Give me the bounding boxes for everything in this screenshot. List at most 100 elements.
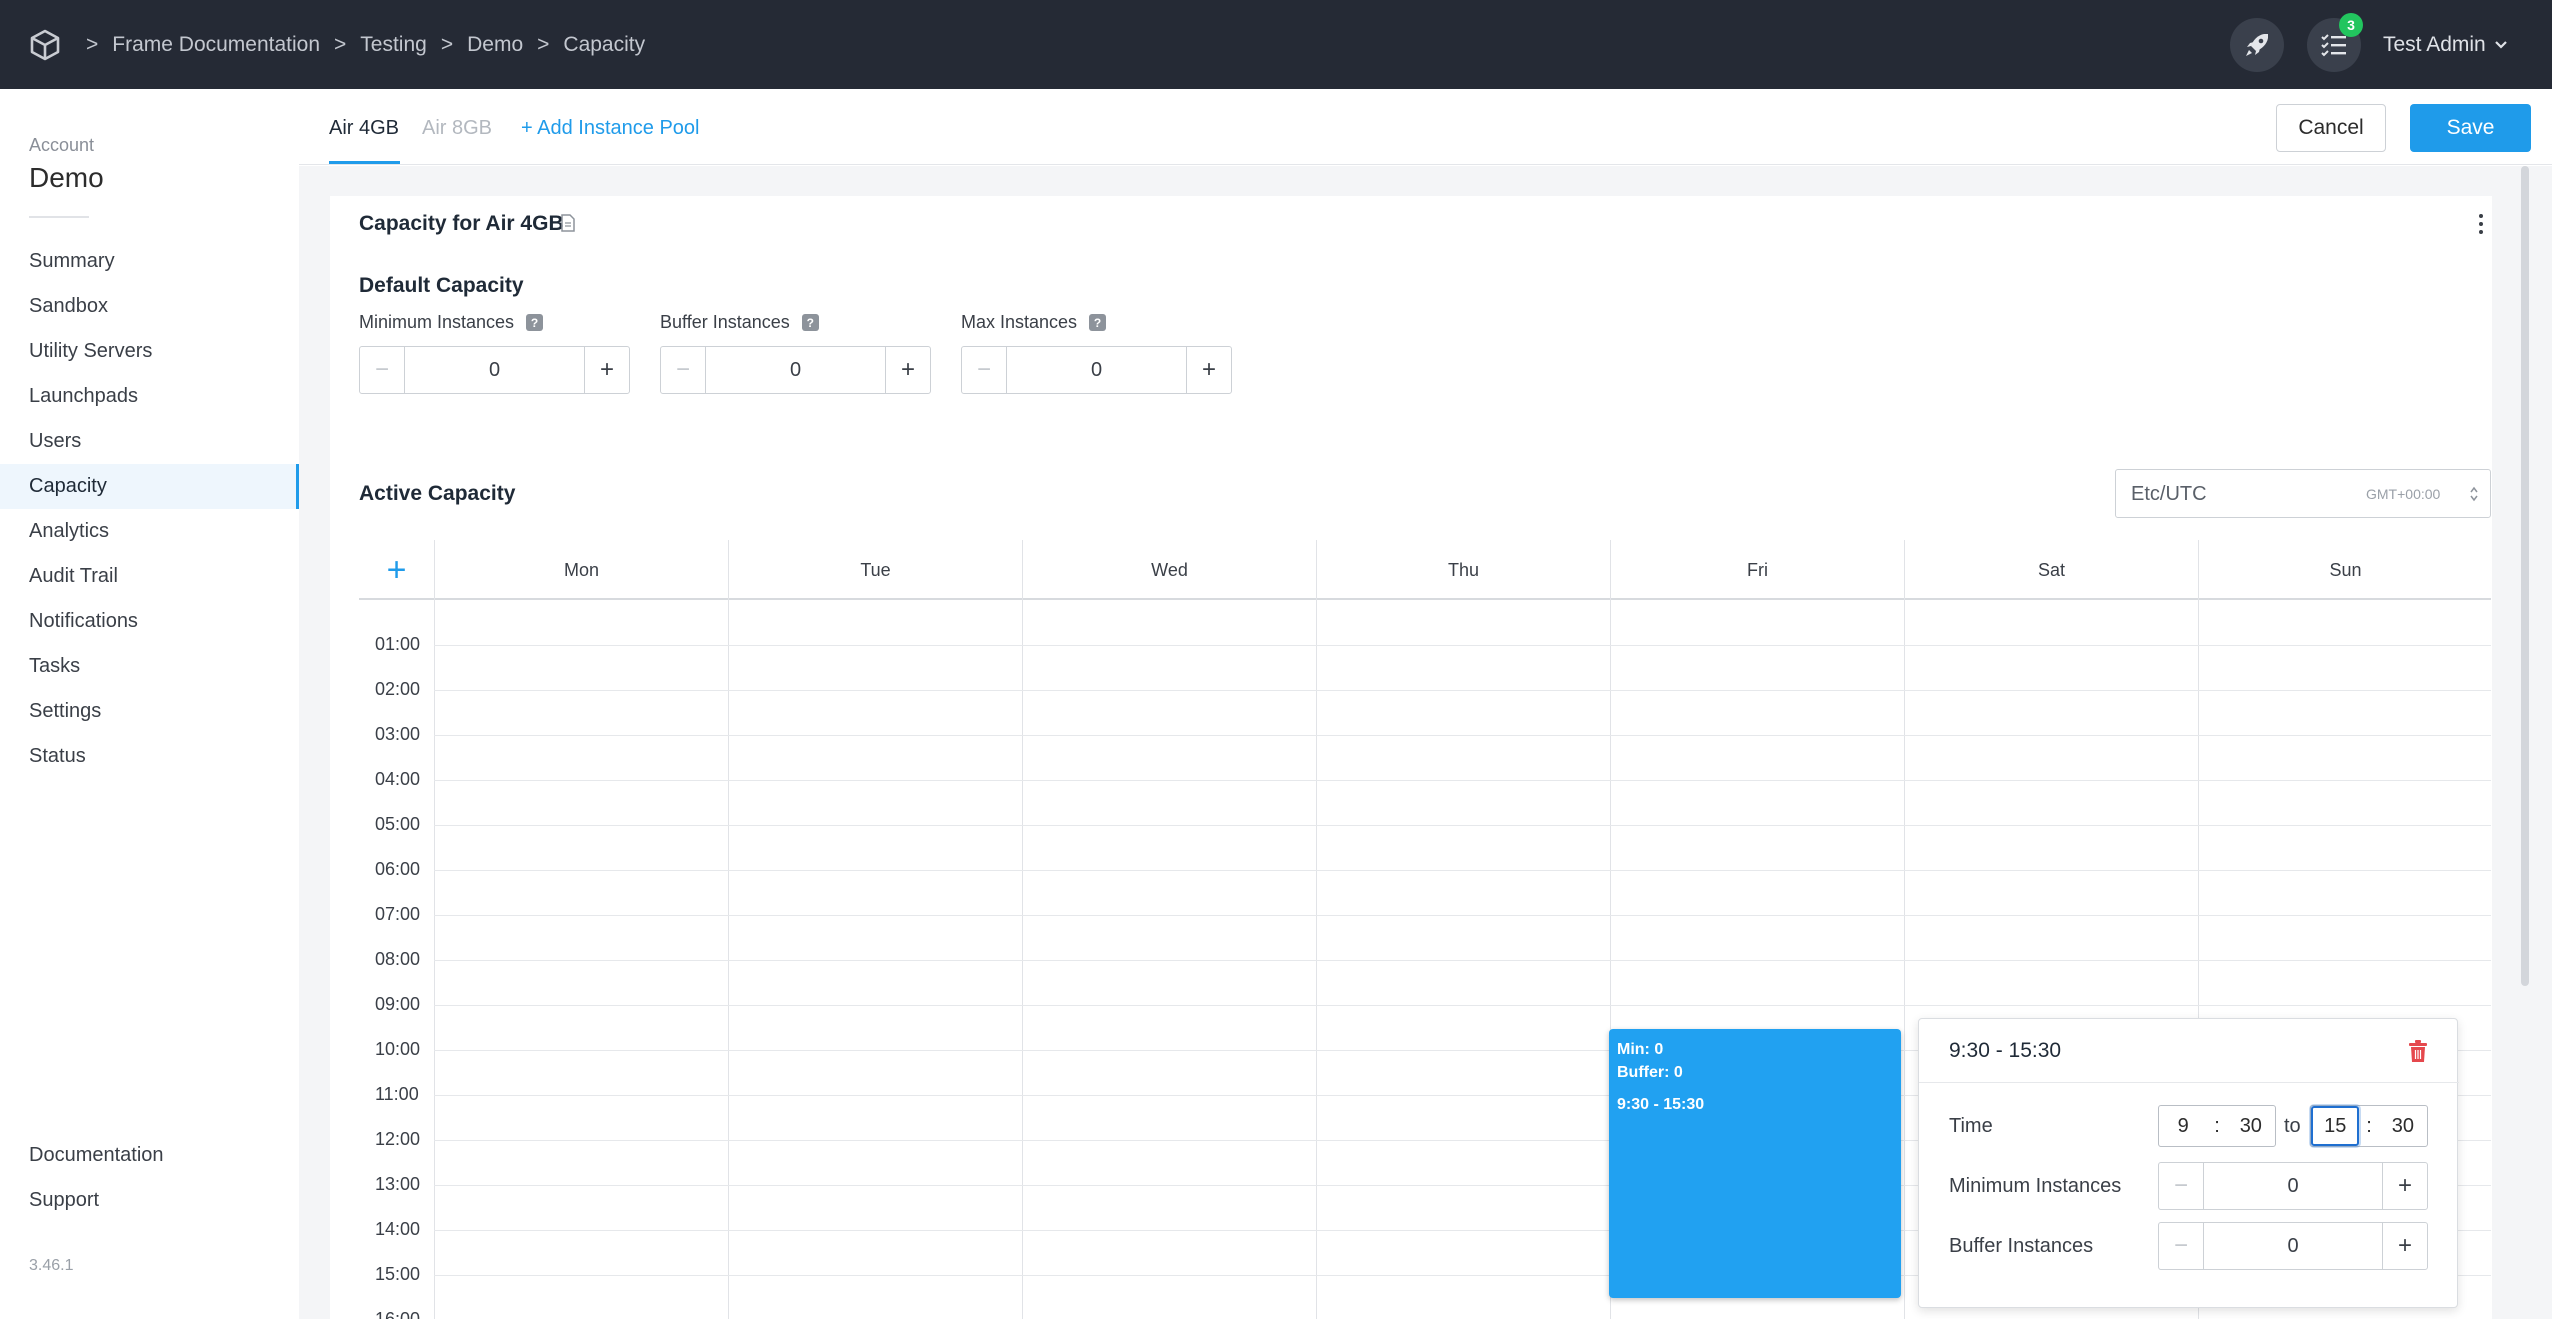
more-options-icon[interactable] xyxy=(2478,212,2484,236)
hour-gridline xyxy=(434,645,2491,646)
hour-label: 07:00 xyxy=(375,904,421,924)
sidebar: Account Demo Summary Sandbox Utility Ser… xyxy=(0,89,299,1319)
minimum-instances-label-text: Minimum Instances xyxy=(359,312,515,332)
buffer-instances-input[interactable]: 0 xyxy=(706,347,885,393)
buffer-instances-stepper: − 0 + xyxy=(660,346,931,394)
sidebar-item-tasks[interactable]: Tasks xyxy=(0,644,299,689)
cube-logo-icon[interactable] xyxy=(28,29,62,61)
trash-icon[interactable] xyxy=(2408,1039,2428,1063)
help-icon[interactable]: ? xyxy=(801,314,819,331)
buffer-instances-label: Buffer Instances ? xyxy=(660,312,819,333)
end-hour-input[interactable]: 15 xyxy=(2311,1106,2360,1146)
sidebar-item-status[interactable]: Status xyxy=(0,734,299,779)
user-name: Test Admin xyxy=(2383,32,2486,56)
popover-minimum-instances-stepper: − 0 + xyxy=(2158,1162,2428,1210)
sidebar-item-audit-trail[interactable]: Audit Trail xyxy=(0,554,299,599)
minimum-instances-input[interactable]: 0 xyxy=(405,347,584,393)
tab-air-8gb[interactable]: Air 8GB xyxy=(422,117,492,140)
hour-label: 14:00 xyxy=(375,1219,421,1239)
max-instances-label-text: Max Instances xyxy=(961,312,1078,332)
breadcrumb-demo[interactable]: Demo xyxy=(467,33,523,57)
scrollbar-thumb[interactable] xyxy=(2521,166,2529,986)
minimum-instances-stepper: − 0 + xyxy=(359,346,630,394)
start-hour-input[interactable]: 9 xyxy=(2159,1106,2207,1146)
event-min: Min: 0 xyxy=(1617,1041,1664,1058)
popover-minimum-instances-label: Minimum Instances xyxy=(1949,1175,2122,1197)
max-instances-stepper: − 0 + xyxy=(961,346,1232,394)
hour-label: 13:00 xyxy=(375,1174,421,1194)
sidebar-item-summary[interactable]: Summary xyxy=(0,239,299,284)
sidebar-item-documentation[interactable]: Documentation xyxy=(0,1133,299,1178)
hour-label: 11:00 xyxy=(375,1084,419,1104)
day-header-sun: Sun xyxy=(2198,540,2492,600)
popover-buffer-instances-stepper: − 0 + xyxy=(2158,1222,2428,1270)
hour-label: 09:00 xyxy=(375,994,421,1014)
save-button[interactable]: Save xyxy=(2410,104,2531,152)
hour-label: 10:00 xyxy=(375,1039,421,1059)
decrement-button[interactable]: − xyxy=(2159,1223,2204,1269)
hour-gridline xyxy=(434,915,2491,916)
user-menu[interactable]: Test Admin xyxy=(2383,0,2508,89)
decrement-button[interactable]: − xyxy=(2159,1163,2204,1209)
end-minute-input[interactable]: 30 xyxy=(2379,1106,2427,1146)
increment-button[interactable]: + xyxy=(2382,1163,2427,1209)
decrement-button[interactable]: − xyxy=(962,347,1007,393)
sidebar-item-capacity[interactable]: Capacity xyxy=(0,464,299,509)
hour-gridline xyxy=(434,870,2491,871)
breadcrumb-separator: > xyxy=(86,32,99,56)
breadcrumb: > Frame Documentation > Testing > Demo >… xyxy=(72,0,645,89)
add-capacity-slot-button[interactable]: + xyxy=(359,540,434,600)
hour-label: 08:00 xyxy=(375,949,421,969)
launch-button[interactable] xyxy=(2230,18,2284,72)
breadcrumb-capacity: Capacity xyxy=(563,32,646,56)
sidebar-item-utility-servers[interactable]: Utility Servers xyxy=(0,329,299,374)
max-instances-label: Max Instances ? xyxy=(961,312,1107,333)
sidebar-item-launchpads[interactable]: Launchpads xyxy=(0,374,299,419)
account-name: Demo xyxy=(29,162,104,193)
hour-label: 04:00 xyxy=(375,769,421,789)
capacity-event-block[interactable]: Min: 0 Buffer: 0 9:30 - 15:30 xyxy=(1609,1029,1901,1298)
increment-button[interactable]: + xyxy=(2382,1223,2427,1269)
popover-divider xyxy=(1919,1082,2459,1083)
decrement-button[interactable]: − xyxy=(661,347,706,393)
increment-button[interactable]: + xyxy=(584,347,629,393)
hour-label: 15:00 xyxy=(375,1264,421,1284)
tasks-list-icon xyxy=(2321,34,2346,57)
popover-buffer-instances-input[interactable]: 0 xyxy=(2204,1223,2382,1269)
sidebar-item-sandbox[interactable]: Sandbox xyxy=(0,284,299,329)
max-instances-input[interactable]: 0 xyxy=(1007,347,1186,393)
hour-gridline xyxy=(434,1005,2491,1006)
hour-label: 03:00 xyxy=(375,724,421,744)
sidebar-item-analytics[interactable]: Analytics xyxy=(0,509,299,554)
start-time-field: 9 : 30 xyxy=(2158,1105,2276,1147)
instance-pool-tabs: Air 4GB Air 8GB + Add Instance Pool xyxy=(299,89,2552,165)
minimum-instances-label: Minimum Instances ? xyxy=(359,312,544,333)
add-instance-pool-link[interactable]: + Add Instance Pool xyxy=(521,117,699,140)
rocket-icon xyxy=(2246,34,2268,56)
timezone-select[interactable]: Etc/UTC GMT+00:00 xyxy=(2115,469,2491,518)
hour-gridline xyxy=(434,735,2491,736)
breadcrumb-frame-documentation[interactable]: Frame Documentation xyxy=(112,33,320,57)
help-icon[interactable]: ? xyxy=(1089,314,1107,331)
increment-button[interactable]: + xyxy=(885,347,930,393)
cancel-button[interactable]: Cancel xyxy=(2276,104,2386,152)
account-divider xyxy=(29,216,89,218)
sidebar-item-users[interactable]: Users xyxy=(0,419,299,464)
breadcrumb-separator: > xyxy=(334,32,347,56)
document-icon[interactable] xyxy=(560,214,576,232)
hour-label: 02:00 xyxy=(375,679,421,699)
help-icon[interactable]: ? xyxy=(526,314,544,331)
increment-button[interactable]: + xyxy=(1186,347,1231,393)
decrement-button[interactable]: − xyxy=(360,347,405,393)
sidebar-item-support[interactable]: Support xyxy=(0,1178,299,1223)
account-label: Account xyxy=(29,135,95,155)
breadcrumb-testing[interactable]: Testing xyxy=(360,33,427,57)
popover-minimum-instances-input[interactable]: 0 xyxy=(2204,1163,2382,1209)
start-minute-input[interactable]: 30 xyxy=(2227,1106,2275,1146)
day-header-mon: Mon xyxy=(434,540,728,600)
sidebar-item-settings[interactable]: Settings xyxy=(0,689,299,734)
top-navigation-bar: > Frame Documentation > Testing > Demo >… xyxy=(0,0,2552,89)
tab-air-4gb[interactable]: Air 4GB xyxy=(329,117,399,140)
sidebar-item-notifications[interactable]: Notifications xyxy=(0,599,299,644)
hour-gridline xyxy=(434,780,2491,781)
